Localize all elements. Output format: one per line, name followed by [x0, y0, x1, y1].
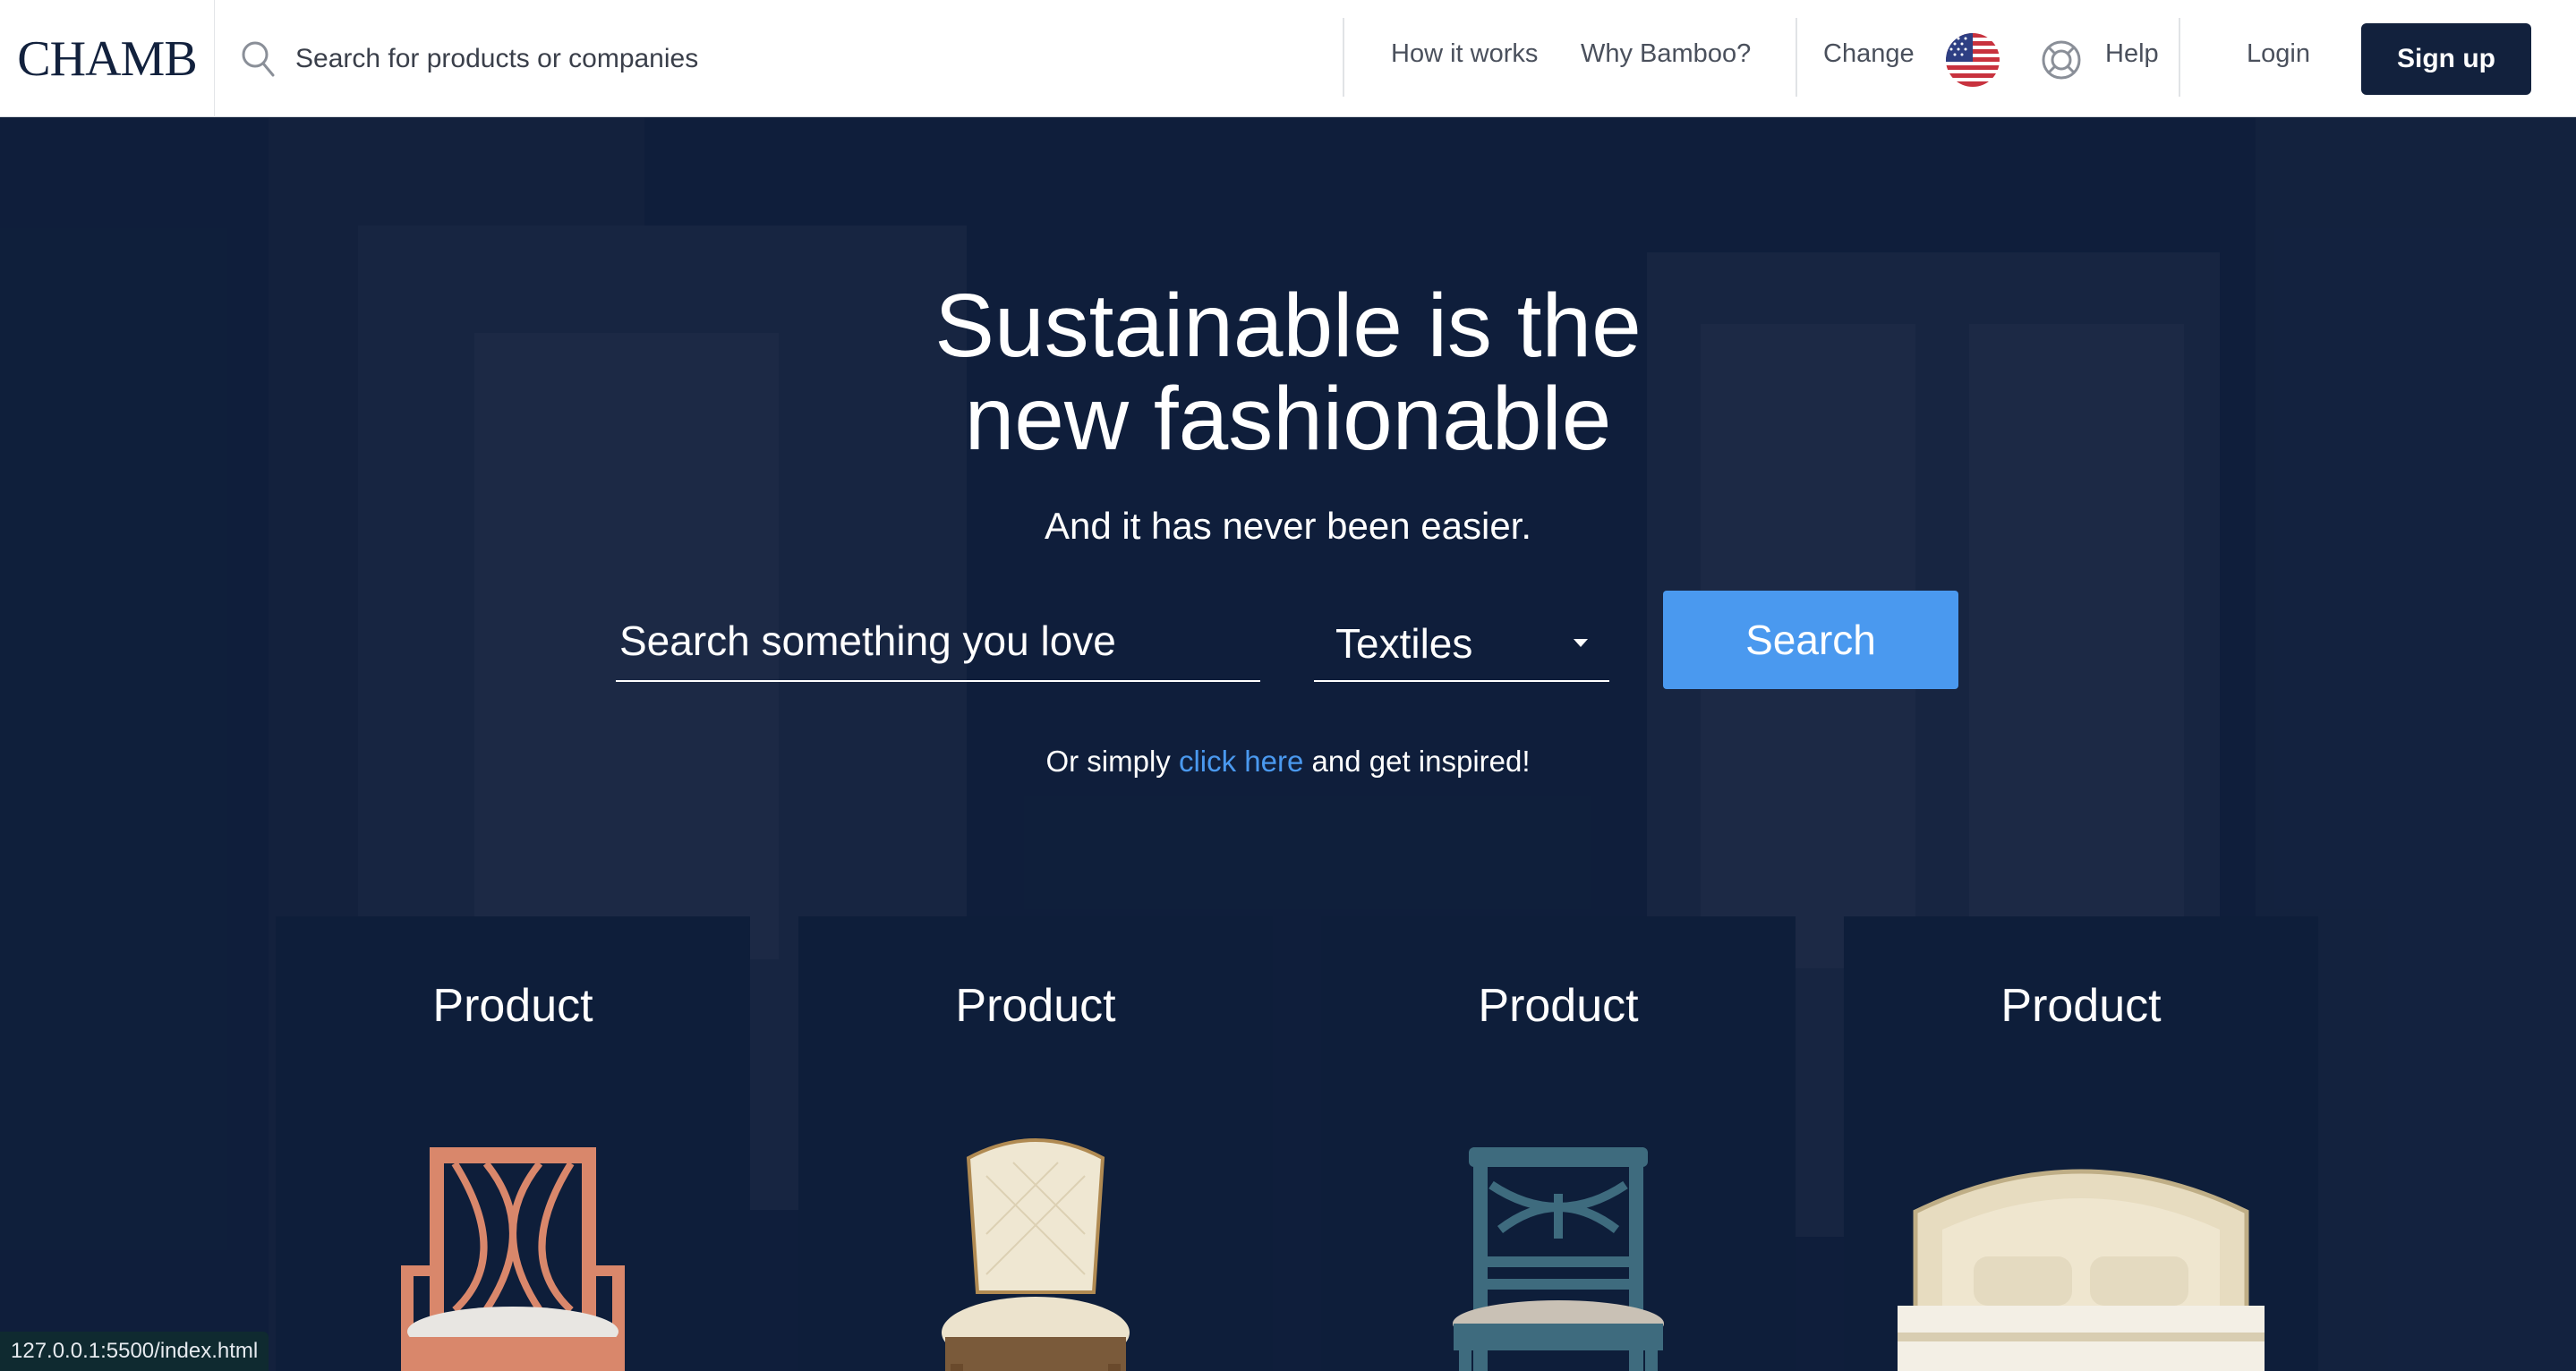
- category-select[interactable]: Textiles: [1314, 601, 1609, 682]
- product-card-title: Product: [432, 980, 593, 1032]
- hero-title: Sustainable is the new fashionable: [751, 279, 1825, 465]
- blue-wooden-chair-image: [1453, 1147, 1664, 1371]
- inspire-prefix: Or simply: [1045, 745, 1179, 778]
- nav-help[interactable]: Help: [2105, 39, 2159, 69]
- nav-change[interactable]: Change: [1823, 39, 1915, 69]
- caret-down-icon: [1574, 639, 1588, 647]
- product-card-title: Product: [1478, 980, 1639, 1032]
- nav-how-it-works[interactable]: How it works: [1391, 39, 1538, 69]
- signup-button[interactable]: Sign up: [2361, 23, 2531, 95]
- product-card-title: Product: [2000, 980, 2162, 1032]
- hero-subtitle: And it has never been easier.: [1044, 505, 1532, 547]
- hero-search-input[interactable]: [616, 601, 1260, 682]
- search-icon: [242, 41, 275, 77]
- logo[interactable]: CHAMB: [0, 0, 215, 117]
- orange-armchair-image: [401, 1147, 625, 1371]
- nav-divider: [1796, 18, 1797, 97]
- upholstered-chair-image: [942, 1138, 1130, 1371]
- header-search-input[interactable]: [295, 36, 1325, 82]
- hero-title-line1: Sustainable is the: [934, 276, 1642, 376]
- product-card[interactable]: Product: [1844, 916, 2318, 1371]
- nav-divider: [2179, 18, 2180, 97]
- hero-title-line2: new fashionable: [964, 369, 1612, 469]
- hero-section: Sustainable is the new fashionable And i…: [0, 118, 2576, 1371]
- product-card[interactable]: Product: [276, 916, 750, 1371]
- nav-why-bamboo[interactable]: Why Bamboo?: [1581, 39, 1751, 69]
- inspire-text: Or simply click here and get inspired!: [751, 745, 1825, 779]
- inspire-link[interactable]: click here: [1179, 745, 1303, 778]
- status-bar-url: 127.0.0.1:5500/index.html: [0, 1332, 269, 1371]
- us-flag-icon[interactable]: [1946, 33, 2000, 87]
- product-card[interactable]: Product: [798, 916, 1273, 1371]
- inspire-suffix: and get inspired!: [1303, 745, 1531, 778]
- product-card[interactable]: Product: [1321, 916, 1796, 1371]
- cream-bed-image: [1898, 1169, 2265, 1371]
- hero-search-button[interactable]: Search: [1663, 591, 1958, 689]
- product-card-title: Product: [955, 980, 1116, 1032]
- top-navbar: CHAMB How it works Why Bamboo? Change He…: [0, 0, 2576, 117]
- nav-login[interactable]: Login: [2247, 39, 2310, 69]
- lifebuoy-icon[interactable]: [2041, 39, 2082, 81]
- category-select-value: Textiles: [1335, 620, 1473, 667]
- logo-text: CHAMB: [17, 30, 197, 87]
- nav-divider: [1343, 18, 1344, 97]
